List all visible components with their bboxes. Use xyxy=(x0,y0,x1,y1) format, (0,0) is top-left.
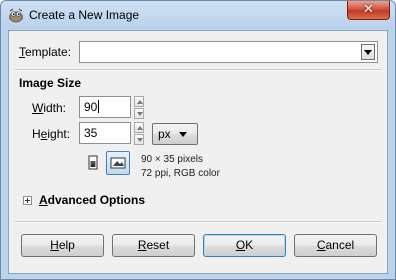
height-increment[interactable] xyxy=(134,122,144,133)
ok-button[interactable]: OK xyxy=(203,234,286,257)
gimp-app-icon xyxy=(9,8,23,23)
width-label: Width: xyxy=(32,101,67,115)
arrow-up-icon xyxy=(137,100,143,104)
unit-select[interactable]: px xyxy=(152,123,198,145)
width-increment[interactable] xyxy=(134,96,144,107)
separator xyxy=(15,221,381,223)
template-combo[interactable] xyxy=(79,41,378,63)
window-title: Create a New Image xyxy=(29,8,140,22)
height-label: Height: xyxy=(32,127,71,141)
arrow-down-icon xyxy=(137,112,143,116)
chevron-down-icon xyxy=(364,50,372,55)
template-label: Template: xyxy=(19,45,72,59)
image-dimensions-info: 90 × 35 pixels xyxy=(141,154,203,165)
close-icon: ✕ xyxy=(363,2,374,17)
unit-value: px xyxy=(158,127,171,141)
landscape-button[interactable] xyxy=(106,151,130,175)
width-spinner[interactable] xyxy=(134,96,144,119)
width-decrement[interactable] xyxy=(134,108,144,119)
width-input[interactable]: 90 xyxy=(79,96,131,118)
height-decrement[interactable] xyxy=(134,134,144,145)
template-dropdown-button[interactable] xyxy=(361,44,375,60)
reset-button[interactable]: Reset xyxy=(112,234,195,257)
expand-icon[interactable] xyxy=(23,196,32,205)
chevron-down-icon xyxy=(179,132,187,137)
title-bar[interactable]: Create a New Image ✕ xyxy=(1,1,395,30)
portrait-icon xyxy=(88,155,98,170)
portrait-button[interactable] xyxy=(83,152,107,176)
separator xyxy=(15,69,381,71)
arrow-down-icon xyxy=(137,138,143,142)
dialog-window: Create a New Image ✕ Template: Image Siz… xyxy=(0,0,396,280)
close-button[interactable]: ✕ xyxy=(347,1,390,20)
height-input[interactable]: 35 xyxy=(79,122,131,144)
landscape-icon xyxy=(110,157,126,169)
image-size-heading: Image Size xyxy=(19,76,82,90)
help-button[interactable]: Help xyxy=(21,234,104,257)
arrow-up-icon xyxy=(137,126,143,130)
image-resolution-info: 72 ppi, RGB color xyxy=(141,168,220,179)
cancel-button[interactable]: Cancel xyxy=(294,234,377,257)
advanced-options-toggle[interactable]: Advanced Options xyxy=(39,193,145,207)
height-spinner[interactable] xyxy=(134,122,144,145)
dialog-body: Template: Image Size Width: 90 Height: 3… xyxy=(8,30,388,274)
